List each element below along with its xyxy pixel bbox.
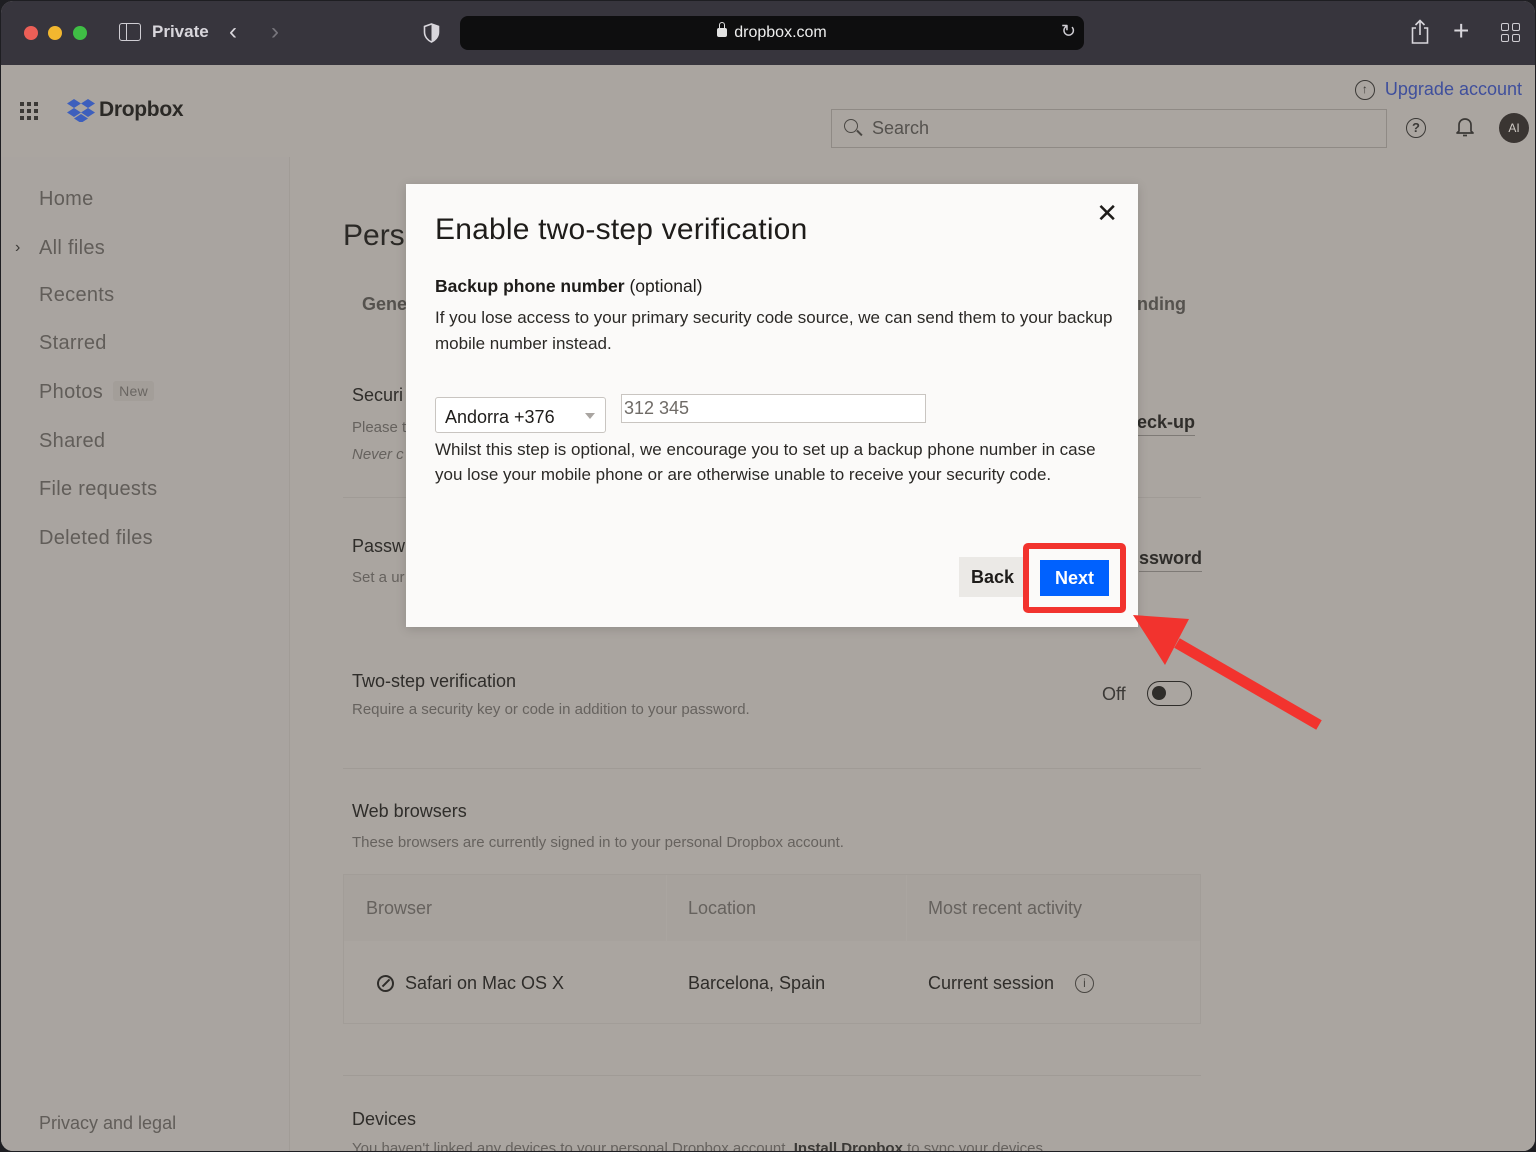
- devices-desc: You haven't linked any devices to your p…: [352, 1140, 1047, 1151]
- info-icon[interactable]: i: [1075, 974, 1094, 993]
- install-dropbox-link[interactable]: Install Dropbox: [794, 1140, 903, 1151]
- optional-label: (optional): [629, 276, 703, 296]
- two-step-desc: Require a security key or code in additi…: [352, 701, 750, 718]
- country-code-select[interactable]: Andorra +376: [435, 397, 606, 433]
- sidebar-item-photos-label: Photos: [39, 381, 104, 403]
- modal-title: Enable two-step verification: [435, 213, 808, 246]
- sidebar-item-photos[interactable]: Photos New: [39, 381, 154, 404]
- next-button[interactable]: Next: [1040, 560, 1109, 596]
- browser-window: Private ‹ › dropbox.com ↻ + Dropbox ↑ Up…: [1, 1, 1535, 1151]
- page-title: Pers: [343, 219, 405, 252]
- password-section-desc: Set a ur: [352, 569, 405, 586]
- modal-intro-text: If you lose access to your primary secur…: [435, 308, 1113, 353]
- table-header: Browser Location Most recent activity: [344, 875, 1200, 941]
- minimize-window-button[interactable]: [48, 26, 62, 40]
- dropbox-logo-icon: [67, 99, 95, 122]
- two-step-modal: ✕ Enable two-step verification Backup ph…: [406, 184, 1138, 627]
- column-header-location: Location: [688, 898, 757, 918]
- two-step-title: Two-step verification: [352, 671, 517, 691]
- sidebar-toggle-icon[interactable]: [119, 23, 141, 41]
- upgrade-label: Upgrade account: [1384, 79, 1522, 99]
- sidebar-item-shared[interactable]: Shared: [39, 430, 105, 453]
- sidebar-item-deleted-files[interactable]: Deleted files: [39, 527, 153, 550]
- sidebar-item-starred[interactable]: Starred: [39, 332, 107, 355]
- modal-note-text: Whilst this step is optional, we encoura…: [435, 440, 1096, 484]
- password-section-title: Passw: [352, 536, 406, 556]
- dropbox-logo[interactable]: Dropbox: [67, 98, 184, 122]
- logo-text: Dropbox: [99, 98, 184, 121]
- security-section-note: Never c: [352, 446, 404, 463]
- country-code-value: Andorra +376: [445, 407, 555, 427]
- privacy-legal-link[interactable]: Privacy and legal: [39, 1113, 176, 1134]
- caret-down-icon: [585, 413, 595, 419]
- back-chevron-icon[interactable]: ‹: [229, 18, 237, 46]
- help-icon[interactable]: ?: [1406, 118, 1426, 138]
- close-icon[interactable]: ✕: [1096, 200, 1118, 226]
- devices-title: Devices: [352, 1109, 417, 1129]
- notifications-bell-icon[interactable]: [1455, 116, 1475, 138]
- search-box[interactable]: [831, 109, 1387, 148]
- address-bar[interactable]: dropbox.com ↻: [460, 16, 1084, 50]
- sidebar-item-file-requests[interactable]: File requests: [39, 478, 157, 501]
- sidebar-item-home[interactable]: Home: [39, 188, 94, 211]
- sidebar-nav: Home › All files Recents Starred Photos N…: [1, 157, 290, 1151]
- security-section-title: Securi: [352, 385, 404, 405]
- location-cell: Barcelona, Spain: [688, 973, 826, 993]
- reload-icon[interactable]: ↻: [1061, 21, 1076, 42]
- security-section-desc: Please t: [352, 419, 407, 436]
- search-icon: [844, 119, 858, 133]
- url-text: dropbox.com: [734, 24, 827, 41]
- backup-phone-label-bold: Backup phone number: [435, 276, 625, 296]
- column-header-browser: Browser: [366, 898, 433, 918]
- phone-number-input[interactable]: [621, 394, 926, 423]
- new-badge: New: [113, 381, 154, 401]
- backup-phone-label: Backup phone number (optional): [435, 276, 702, 297]
- annotation-arrow-icon: [1133, 615, 1322, 730]
- forward-chevron-icon[interactable]: ›: [271, 18, 279, 46]
- maximize-window-button[interactable]: [73, 26, 87, 40]
- web-browsers-desc: These browsers are currently signed in t…: [352, 834, 844, 851]
- user-avatar[interactable]: AI: [1499, 113, 1529, 143]
- activity-cell: Current session: [928, 973, 1055, 993]
- column-header-activity: Most recent activity: [928, 898, 1083, 918]
- upgrade-account-link[interactable]: ↑ Upgrade account: [1354, 79, 1522, 100]
- web-browsers-table: Browser Location Most recent activity Sa…: [343, 874, 1201, 1024]
- chevron-right-icon[interactable]: ›: [15, 239, 20, 257]
- safari-compass-icon: [377, 975, 394, 992]
- tab-overview-icon[interactable]: [1501, 23, 1520, 42]
- sidebar-item-recents[interactable]: Recents: [39, 284, 114, 307]
- section-divider: [343, 1075, 1201, 1076]
- section-divider: [343, 768, 1201, 769]
- private-mode-label: Private: [152, 22, 209, 41]
- browser-cell: Safari on Mac OS X: [405, 973, 565, 993]
- new-tab-icon[interactable]: +: [1453, 15, 1469, 47]
- app-header: Dropbox ↑ Upgrade account ? AI: [1, 65, 1535, 157]
- sidebar-item-all-files[interactable]: All files: [39, 237, 105, 260]
- search-input[interactable]: [872, 110, 1372, 147]
- app-launcher-icon[interactable]: [20, 102, 38, 120]
- devices-desc-suffix: to sync your devices.: [907, 1140, 1048, 1151]
- tab-general[interactable]: Gene: [362, 294, 407, 315]
- next-button-highlight: Next: [1023, 543, 1126, 613]
- security-checkup-link[interactable]: eck-up: [1137, 412, 1196, 436]
- change-password-link[interactable]: ssword: [1139, 548, 1203, 572]
- privacy-shield-icon[interactable]: [423, 23, 440, 43]
- lock-icon: [717, 22, 728, 37]
- close-window-button[interactable]: [24, 26, 38, 40]
- upgrade-arrow-icon: ↑: [1354, 79, 1375, 100]
- devices-desc-text: You haven't linked any devices to your p…: [352, 1140, 790, 1151]
- web-browsers-title: Web browsers: [352, 801, 467, 821]
- browser-toolbar: Private ‹ › dropbox.com ↻ +: [1, 1, 1535, 65]
- back-button[interactable]: Back: [959, 557, 1026, 597]
- share-icon[interactable]: [1410, 19, 1430, 45]
